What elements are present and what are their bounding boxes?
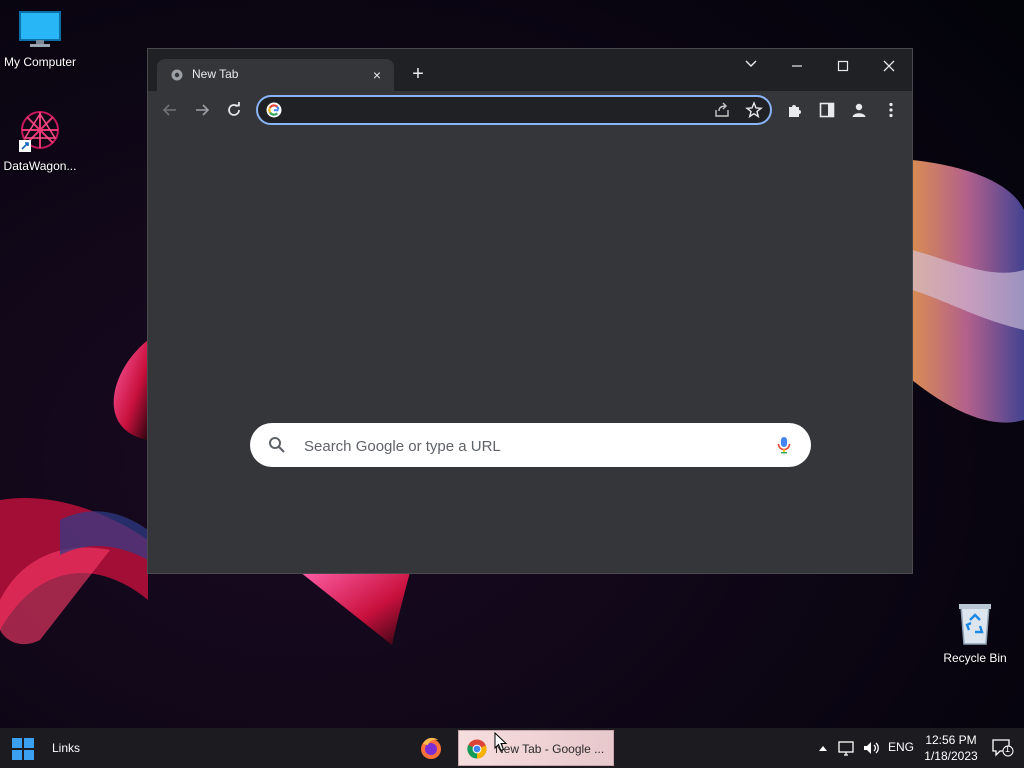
tab-title: New Tab	[192, 67, 239, 81]
mouse-cursor-icon	[494, 732, 508, 752]
notification-count-badge: 1	[1005, 744, 1011, 754]
browser-toolbar	[148, 91, 912, 129]
minimize-icon	[792, 65, 802, 67]
desktop-icon-label: DataWagon...	[3, 159, 77, 173]
share-button[interactable]	[713, 101, 731, 124]
mic-icon[interactable]	[777, 436, 791, 454]
desktop-icon-recycle-bin[interactable]: Recycle Bin	[935, 602, 1015, 665]
back-button[interactable]	[157, 97, 183, 123]
taskbar-chrome-button[interactable]: New Tab - Google ...	[458, 730, 614, 766]
tab-search-button[interactable]	[731, 53, 771, 81]
desktop-icon-label: My Computer	[3, 55, 77, 69]
volume-icon[interactable]	[862, 739, 880, 757]
datawagon-logo-icon	[19, 111, 59, 152]
firefox-icon[interactable]	[419, 736, 443, 760]
taskbar-chrome-label: New Tab - Google ...	[495, 742, 605, 756]
profile-icon	[852, 103, 866, 117]
taskbar: Links New Tab - Google ... ENG 12:56 PM …	[0, 728, 1024, 768]
menu-button[interactable]	[878, 97, 904, 123]
google-g-icon	[266, 102, 282, 118]
chrome-favicon-icon	[171, 69, 183, 81]
desktop-icon-datawagon[interactable]: DataWagon...	[0, 108, 80, 173]
chevron-down-icon	[745, 60, 757, 67]
tab-strip: New Tab × +	[148, 49, 912, 91]
address-bar[interactable]	[256, 95, 772, 125]
forward-arrow-icon	[196, 104, 210, 116]
bookmark-button[interactable]	[745, 101, 763, 124]
recycle-bin-icon	[959, 604, 991, 645]
close-window-button[interactable]	[869, 53, 909, 81]
maximize-button[interactable]	[823, 53, 863, 81]
profile-button[interactable]	[846, 97, 872, 123]
tab-new-tab[interactable]: New Tab ×	[157, 59, 394, 91]
new-tab-page	[148, 129, 912, 573]
clock[interactable]: 12:56 PM 1/18/2023	[918, 732, 984, 764]
notification-icon	[992, 739, 1014, 757]
address-input[interactable]	[290, 100, 694, 122]
forward-button[interactable]	[189, 97, 215, 123]
network-icon[interactable]	[838, 739, 856, 757]
clock-time: 12:56 PM	[925, 733, 977, 747]
reload-icon	[228, 102, 240, 116]
clock-date: 1/18/2023	[924, 749, 978, 763]
ntp-search-input[interactable]	[302, 435, 766, 457]
desktop-icon-my-computer[interactable]: My Computer	[0, 10, 80, 69]
minimize-button[interactable]	[777, 53, 817, 81]
maximize-icon	[837, 60, 849, 72]
desktop-icon-label: Recycle Bin	[943, 651, 1007, 665]
language-indicator[interactable]: ENG	[888, 740, 914, 754]
side-panel-button[interactable]	[814, 97, 840, 123]
new-tab-button[interactable]: +	[406, 62, 430, 86]
chrome-icon	[467, 739, 487, 759]
share-icon	[715, 102, 729, 117]
extensions-button[interactable]	[782, 97, 808, 123]
puzzle-extensions-icon	[789, 105, 801, 117]
windows-start-icon[interactable]	[12, 738, 34, 760]
close-icon	[883, 60, 895, 72]
reload-button[interactable]	[221, 97, 247, 123]
kebab-menu-icon	[889, 102, 893, 118]
back-arrow-icon	[162, 104, 176, 116]
search-icon	[269, 437, 285, 453]
notification-center-button[interactable]: 1	[992, 739, 1014, 760]
star-icon	[745, 101, 763, 119]
chrome-window: New Tab × +	[147, 48, 913, 574]
close-tab-icon[interactable]: ×	[368, 66, 386, 84]
show-hidden-icons-icon[interactable]	[818, 744, 828, 752]
side-panel-icon	[819, 102, 835, 118]
monitor-icon	[19, 11, 61, 47]
links-toolbar[interactable]: Links	[52, 741, 80, 755]
ntp-search-box[interactable]	[250, 423, 811, 467]
